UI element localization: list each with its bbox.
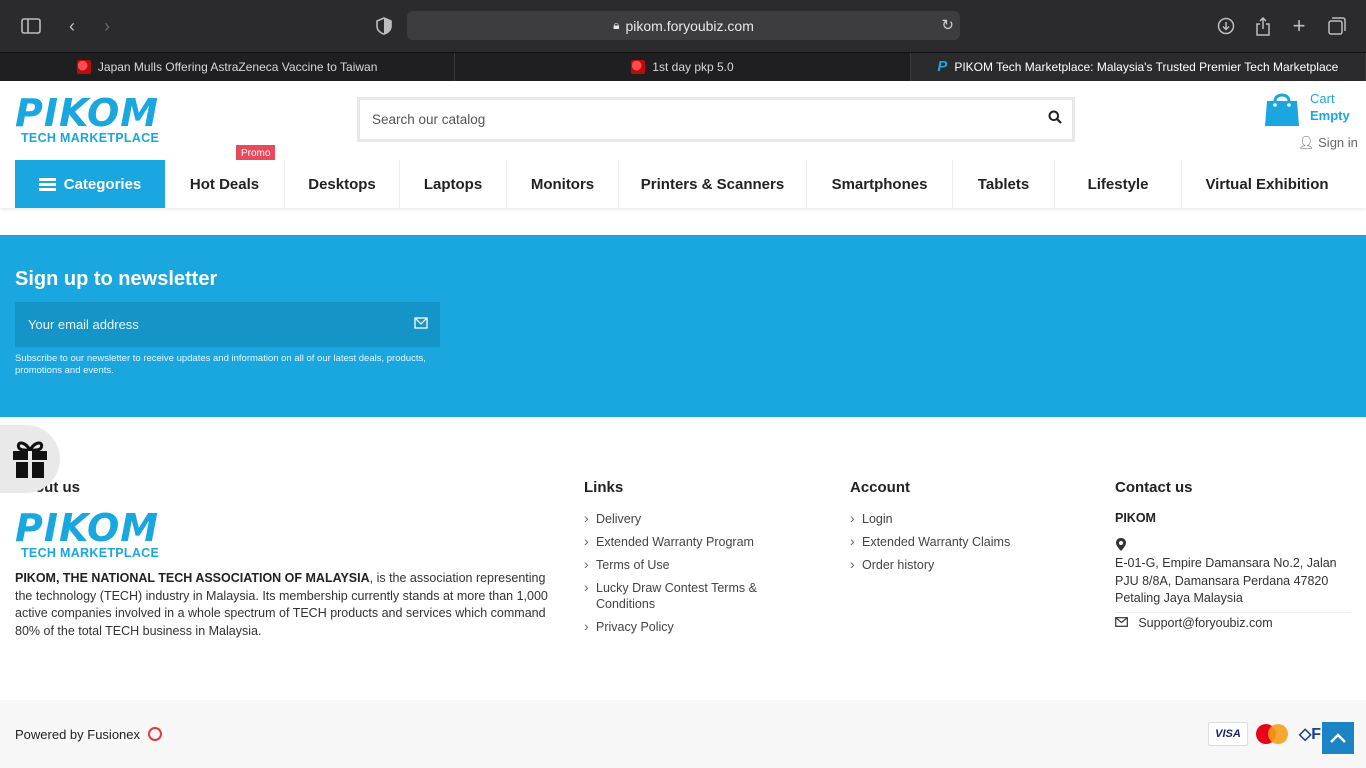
newsletter-section: Sign up to newsletter Subscribe to our n… [0, 235, 1366, 417]
logo-word: PIKOM [15, 91, 160, 135]
address-url: pikom.foryoubiz.com [625, 17, 754, 34]
pikom-favicon-icon: P [937, 58, 948, 75]
search-box [357, 97, 1075, 142]
visa-icon: VISA [1208, 722, 1248, 746]
menu-item-tablets[interactable]: Tablets [953, 160, 1055, 208]
main-menu: Categories Hot Deals Desktops Laptops Mo… [0, 160, 1366, 208]
news-favicon-icon [631, 60, 646, 74]
categories-button[interactable]: Categories [15, 160, 165, 208]
contact-email-row[interactable]: Support@foryoubiz.com [1115, 616, 1273, 630]
shopping-bag-icon [1265, 93, 1299, 126]
about-lead: PIKOM, THE NATIONAL TECH ASSOCIATION OF … [15, 571, 370, 585]
browser-tab[interactable]: Japan Mulls Offering AstraZeneca Vaccine… [0, 53, 456, 81]
about-text: PIKOM, THE NATIONAL TECH ASSOCIATION OF … [15, 570, 555, 640]
fpx-icon: ◇F [1298, 726, 1322, 743]
account-list: Login Extended Warranty Claims Order his… [850, 510, 1070, 580]
browser-toolbar: ‹ › 🔒︎ pikom.foryoubiz.com ↻ + [0, 0, 1366, 52]
logo-subtitle: TECH MARKETPLACE [21, 131, 160, 145]
cart-label: Cart [1310, 91, 1335, 106]
reload-icon[interactable]: ↻ [941, 16, 954, 34]
contact-email: Support@foryoubiz.com [1138, 616, 1273, 630]
payment-methods: VISA ◇F [1208, 722, 1324, 746]
powered-by: Powered by Fusionex [15, 727, 162, 742]
account-title: Account [850, 479, 910, 496]
newsletter-note: Subscribe to our newsletter to receive u… [15, 353, 426, 376]
menu-item-lifestyle[interactable]: Lifestyle [1055, 160, 1182, 208]
fusionex-logo-icon [147, 727, 162, 741]
browser-tab-title: PIKOM Tech Marketplace: Malaysia's Trust… [954, 60, 1339, 74]
footer-link-order-history[interactable]: Order history [850, 556, 1070, 573]
share-icon[interactable] [1251, 14, 1275, 38]
categories-label: Categories [63, 175, 142, 193]
address-bar[interactable]: 🔒︎ pikom.foryoubiz.com ↻ [407, 11, 960, 40]
footer-link-privacy[interactable]: Privacy Policy [584, 618, 784, 635]
menu-item-laptops[interactable]: Laptops [400, 160, 507, 208]
contact-title: Contact us [1115, 479, 1193, 496]
menu-item-monitors[interactable]: Monitors [507, 160, 619, 208]
browser-tab[interactable]: 1st day pkp 5.0 [455, 53, 911, 81]
privacy-shield-icon[interactable] [372, 14, 396, 38]
footer-link-warranty-claims[interactable]: Extended Warranty Claims [850, 533, 1070, 550]
menu-item-printers-scanners[interactable]: Printers & Scanners [619, 160, 807, 208]
footer-link-login[interactable]: Login [850, 510, 1070, 527]
footer-link-extended-warranty[interactable]: Extended Warranty Program [584, 533, 784, 550]
tab-overview-icon[interactable] [1325, 14, 1349, 38]
menu-item-smartphones[interactable]: Smartphones [807, 160, 953, 208]
footer-logo-word: PIKOM [15, 506, 160, 550]
newsletter-email-input[interactable] [15, 317, 395, 332]
site-logo[interactable]: PIKOM TECH MARKETPLACE [15, 91, 173, 147]
footer-logo-subtitle: TECH MARKETPLACE [21, 546, 160, 560]
envelope-icon[interactable] [414, 316, 428, 332]
contact-company: PIKOM [1115, 511, 1156, 525]
contact-address: E-01-G, Empire Damansara No.2, Jalan PJU… [1115, 555, 1351, 613]
cart-status: Empty [1310, 108, 1350, 123]
envelope-icon [1115, 616, 1131, 630]
sidebar-toggle-icon[interactable] [19, 14, 43, 38]
news-favicon-icon [76, 60, 91, 74]
scroll-to-top-button[interactable] [1322, 722, 1354, 754]
user-icon: 👤︎ [1298, 135, 1315, 150]
browser-tab-bar: Japan Mulls Offering AstraZeneca Vaccine… [0, 52, 1366, 81]
forward-icon[interactable]: › [95, 14, 119, 38]
footer-link-delivery[interactable]: Delivery [584, 510, 784, 527]
new-tab-icon[interactable]: + [1287, 13, 1311, 38]
map-pin-icon [1116, 538, 1126, 554]
bottom-bar: Powered by Fusionex VISA ◇F [0, 700, 1366, 768]
download-icon[interactable] [1214, 14, 1238, 38]
search-icon[interactable] [1048, 110, 1062, 128]
sign-in-label: Sign in [1318, 135, 1358, 150]
footer-link-terms[interactable]: Terms of Use [584, 556, 784, 573]
gift-icon [13, 441, 47, 478]
links-title: Links [584, 479, 624, 496]
footer-link-lucky-draw[interactable]: Lucky Draw Contest Terms & Conditions [584, 579, 784, 612]
sign-in-link[interactable]: 👤︎ Sign in [1298, 135, 1358, 151]
back-icon[interactable]: ‹ [60, 14, 84, 38]
newsletter-form [15, 302, 440, 347]
mastercard-icon [1252, 722, 1292, 746]
menu-item-virtual-exhibition[interactable]: Virtual Exhibition [1182, 160, 1352, 208]
powered-by-text: Powered by Fusionex [15, 727, 141, 742]
cart-widget[interactable]: Cart Empty [1264, 89, 1354, 129]
links-list: Delivery Extended Warranty Program Terms… [584, 510, 784, 642]
footer-logo: PIKOM TECH MARKETPLACE [15, 506, 160, 560]
menu-item-hot-deals[interactable]: Hot Deals [165, 160, 285, 208]
lock-icon: 🔒︎ [613, 18, 620, 32]
search-input[interactable] [360, 100, 1020, 139]
hamburger-icon [38, 177, 56, 191]
browser-tab-active[interactable]: P PIKOM Tech Marketplace: Malaysia's Tru… [910, 53, 1366, 81]
newsletter-title: Sign up to newsletter [15, 268, 218, 290]
browser-tab-title: 1st day pkp 5.0 [652, 60, 734, 74]
browser-tab-title: Japan Mulls Offering AstraZeneca Vaccine… [97, 60, 378, 74]
menu-item-desktops[interactable]: Desktops [285, 160, 400, 208]
chevron-up-icon [1330, 733, 1346, 743]
